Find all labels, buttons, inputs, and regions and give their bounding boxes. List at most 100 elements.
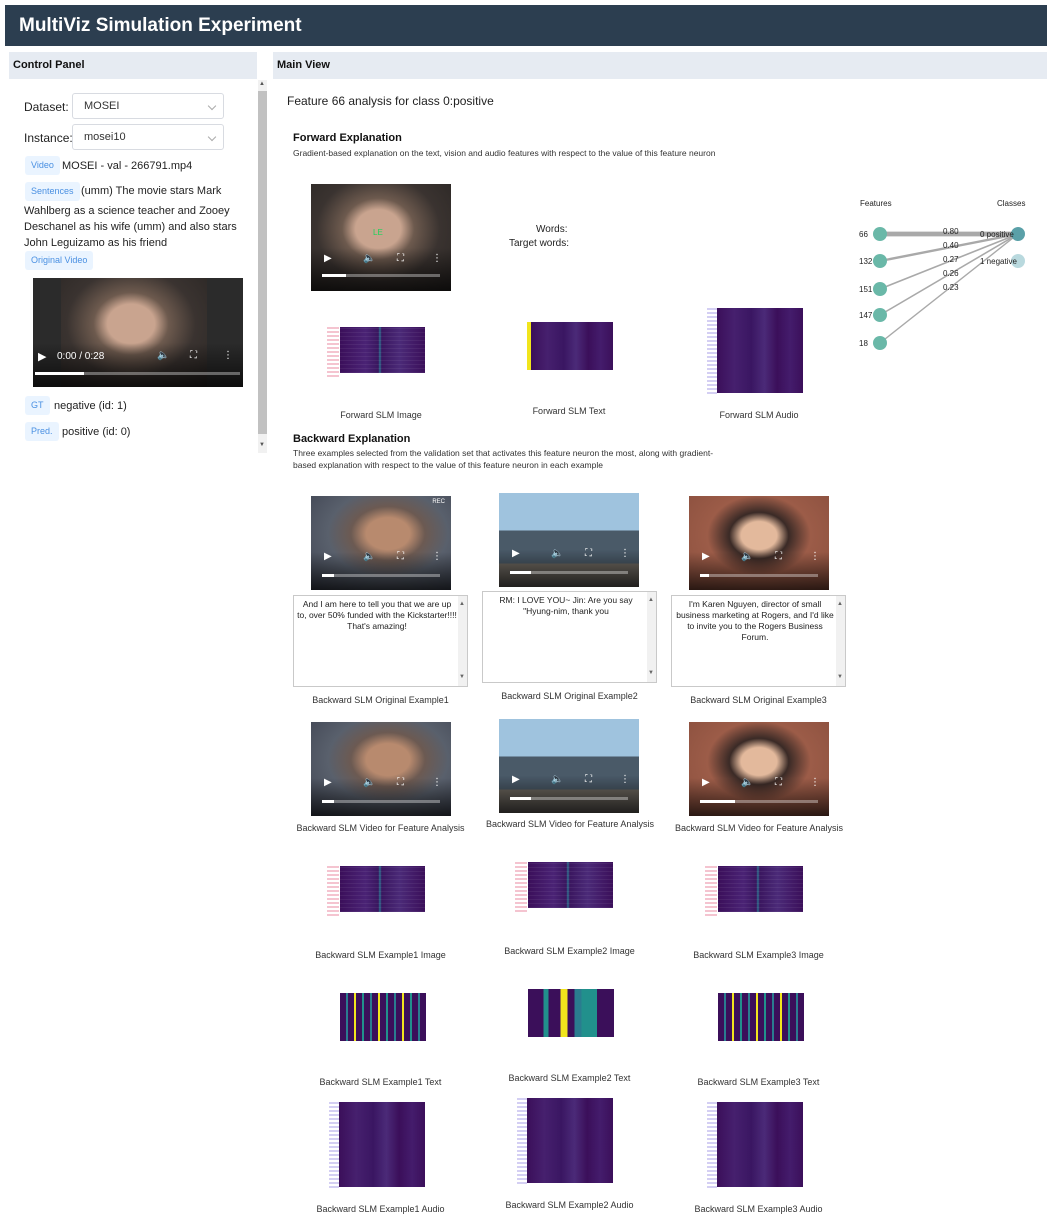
volume-icon[interactable]: 🔈 [741,551,753,562]
fullscreen-icon[interactable]: ⛶ [190,350,197,361]
video-progress[interactable] [322,274,440,277]
play-icon[interactable]: ▶ [324,777,332,788]
graph-feature-node-147[interactable] [873,308,887,322]
play-icon[interactable]: ▶ [702,551,710,562]
more-options-icon[interactable]: ⋮ [810,777,820,788]
fullscreen-icon[interactable]: ⛶ [585,774,592,785]
feature-heading: Feature 66 analysis for class 0:positive [287,94,494,108]
scroll-down-icon[interactable]: ▼ [259,442,265,448]
control-panel-scroll-thumb[interactable] [258,91,267,434]
volume-icon[interactable]: 🔈 [363,551,375,562]
volume-icon[interactable]: 🔈 [157,350,169,361]
graph-feature-node-132[interactable] [873,254,887,268]
video-progress[interactable] [700,800,818,803]
graph-weight-151: 0.27 [943,255,959,264]
sentences-first-line: (umm) The movie stars Mark [81,185,222,197]
backward-title: Backward Explanation [293,433,411,445]
scroll-up-icon[interactable]: ▲ [459,599,465,610]
more-options-icon[interactable]: ⋮ [620,548,630,559]
volume-icon[interactable]: 🔈 [363,777,375,788]
instance-select-value: mosei10 [84,131,126,143]
backward-feature-video-1[interactable]: ▶ 🔈 ⛶ ⋮ [311,722,451,816]
graph-feature-node-66[interactable] [873,227,887,241]
scroll-down-icon[interactable]: ▼ [459,672,465,683]
backward-example3-audio-heatmap [707,1102,805,1188]
backward-example1-video[interactable]: REC ▶ 🔈 ⛶ ⋮ [311,496,451,590]
original-video-tag: Original Video [25,251,94,270]
scroll-up-icon[interactable]: ▲ [837,599,843,610]
backward-feature-video-3[interactable]: ▶ 🔈 ⛶ ⋮ [689,722,829,816]
volume-icon[interactable]: 🔈 [741,777,753,788]
gt-value: negative (id: 1) [54,400,127,412]
backward-audio-caption-1: Backward SLM Example1 Audio [316,1204,445,1214]
fullscreen-icon[interactable]: ⛶ [397,253,404,264]
more-options-icon[interactable]: ⋮ [810,551,820,562]
video-progress[interactable] [700,574,818,577]
play-icon[interactable]: ▶ [38,350,46,363]
graph-class-label-1: 1 negative [980,257,1017,266]
volume-icon[interactable]: 🔈 [551,774,563,785]
original-video-player[interactable]: ▶ 0:00 / 0:28 🔈 ⛶ ⋮ [33,278,243,387]
video-progress[interactable] [35,372,240,375]
dataset-select[interactable]: MOSEI [72,93,224,119]
fullscreen-icon[interactable]: ⛶ [775,777,782,788]
sentences-text: Wahlberg as a science teacher and Zooey … [24,205,237,249]
backward-example2-video[interactable]: ▶ 🔈 ⛶ ⋮ [499,493,639,587]
more-options-icon[interactable]: ⋮ [432,253,442,264]
more-options-icon[interactable]: ⋮ [223,350,233,361]
scroll-down-icon[interactable]: ▼ [648,668,654,679]
scroll-up-icon[interactable]: ▲ [648,595,654,606]
chevron-down-icon [207,101,217,111]
backward-feature-video-2[interactable]: ▶ 🔈 ⛶ ⋮ [499,719,639,813]
volume-icon[interactable]: 🔈 [363,253,375,264]
fullscreen-icon[interactable]: ⛶ [585,548,592,559]
play-icon[interactable]: ▶ [512,774,520,785]
graph-feature-node-151[interactable] [873,282,887,296]
backward-text-caption-3: Backward SLM Example3 Text [697,1077,820,1087]
backward-image-caption-1: Backward SLM Example1 Image [315,950,446,960]
forward-video-player[interactable]: LE ▶ 🔈 ⛶ ⋮ [311,184,451,291]
more-options-icon[interactable]: ⋮ [620,774,630,785]
graph-feature-node-18[interactable] [873,336,887,350]
play-icon[interactable]: ▶ [324,253,332,264]
backward-example3-image-heatmap [705,866,805,916]
scroll-down-icon[interactable]: ▼ [837,672,843,683]
forward-slm-text-caption: Forward SLM Text [532,406,606,416]
forward-slm-audio-heatmap [707,308,805,396]
sentences-tag: Sentences [25,182,80,201]
graph-feature-label-66: 66 [859,230,868,239]
forward-slm-audio-caption: Forward SLM Audio [719,410,799,420]
backward-video-caption-1: Backward SLM Video for Feature Analysis [296,823,465,833]
more-options-icon[interactable]: ⋮ [432,551,442,562]
more-options-icon[interactable]: ⋮ [432,777,442,788]
play-icon[interactable]: ▶ [324,551,332,562]
video-progress[interactable] [510,571,628,574]
target-words-label: Target words: [509,238,570,249]
control-panel-title: Control Panel [9,52,257,79]
graph-weight-66: 0.80 [943,227,959,236]
graph-feature-label-18: 18 [859,339,868,348]
graph-feature-label-147: 147 [859,311,873,320]
instance-select[interactable]: mosei10 [72,124,224,150]
backward-example2-transcript[interactable]: RM: I LOVE YOU~ Jin: Are you say "Hyung-… [482,591,657,683]
video-progress[interactable] [322,574,440,577]
play-icon[interactable]: ▶ [702,777,710,788]
fullscreen-icon[interactable]: ⛶ [397,777,404,788]
backward-example1-transcript[interactable]: And I am here to tell you that we are up… [293,595,468,687]
video-tag: Video [25,156,60,175]
video-progress[interactable] [322,800,440,803]
fullscreen-icon[interactable]: ⛶ [397,551,404,562]
backward-example3-transcript[interactable]: I'm Karen Nguyen, director of small busi… [671,595,846,687]
video-progress[interactable] [510,797,628,800]
forward-slm-text-heatmap [527,322,615,372]
backward-video-caption-3: Backward SLM Video for Feature Analysis [675,823,843,833]
fullscreen-icon[interactable]: ⛶ [775,551,782,562]
backward-example3-video[interactable]: ▶ 🔈 ⛶ ⋮ [689,496,829,590]
graph-feature-label-151: 151 [859,285,873,294]
scroll-up-icon[interactable]: ▲ [259,81,265,87]
play-icon[interactable]: ▶ [512,548,520,559]
chevron-down-icon [207,132,217,142]
forward-slm-image-caption: Forward SLM Image [340,410,422,420]
volume-icon[interactable]: 🔈 [551,548,563,559]
backward-example2-text-heatmap [528,989,614,1037]
